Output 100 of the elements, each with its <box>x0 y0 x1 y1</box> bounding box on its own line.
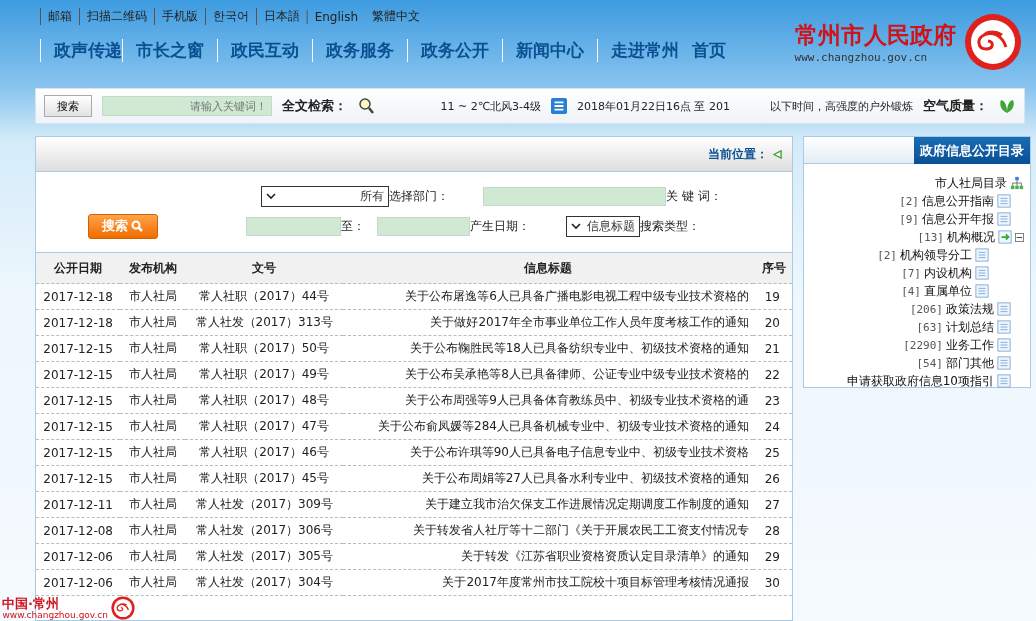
publisher: 市人社局 <box>120 309 186 336</box>
breadcrumb-label: 当前位置： <box>708 145 768 163</box>
document-title[interactable]: 关于转发省人社厅等十二部门《关于开展农民工工资支付情况专 <box>342 517 753 544</box>
document-icon <box>996 356 1011 370</box>
document-number: 常人社职（2017）45号 <box>185 465 343 492</box>
document-title[interactable]: 关于公布周娟等27人已具备水利专业中、初级技术资格的通知 <box>342 465 753 492</box>
nav-item[interactable]: 首页 <box>692 39 739 62</box>
top-link[interactable]: 邮箱 <box>40 8 79 25</box>
top-link[interactable]: English <box>307 9 366 24</box>
top-link[interactable]: 繁體中文 <box>365 8 428 25</box>
tree-item-label[interactable]: 直属单位 <box>923 282 972 300</box>
publish-date: 2017-12-15 <box>36 439 121 466</box>
tree-item-label[interactable]: 部门其他 <box>945 354 994 372</box>
collapse-icon[interactable] <box>1015 232 1024 242</box>
tree-item-label[interactable]: 内设机构 <box>923 264 972 282</box>
publish-date: 2017-12-15 <box>36 413 121 440</box>
column-header: 发布机构 <box>120 253 186 284</box>
item-count: [2] <box>898 194 919 208</box>
chevron-down-icon <box>266 192 276 200</box>
chevron-down-icon <box>571 222 581 230</box>
document-number: 常人社发（2017）304号 <box>185 569 343 596</box>
item-count: [2] <box>876 248 897 262</box>
keyword-label: 关 键 词： <box>666 187 723 205</box>
keyword-field[interactable] <box>483 186 666 206</box>
document-number: 常人社职（2017）50号 <box>185 335 343 362</box>
tree-item-label[interactable]: 机构概况 <box>947 228 995 246</box>
document-title[interactable]: 关于公布许琪等90人已具备电子信息专业中、初级专业技术资格 <box>342 439 753 466</box>
menu-icon[interactable] <box>551 98 567 114</box>
tree-item-label[interactable]: 机构领导分工 <box>899 246 972 264</box>
site-title: 常州市人民政府 <box>795 20 956 50</box>
row-number: 20 <box>753 309 792 336</box>
document-title[interactable]: 关于公布屠逸等6人已具备广播电影电视工程中级专业技术资格的 <box>342 283 753 310</box>
publish-date: 2017-12-06 <box>36 543 121 570</box>
tree-item-label[interactable]: 信息公开指南 <box>921 192 994 210</box>
tree-root-label[interactable]: 市人社局目录 <box>935 174 1007 192</box>
weather-text: 11 ~ 2℃北风3-4级 <box>440 98 541 114</box>
search-icon <box>357 97 375 115</box>
nav-item[interactable]: 新闻中心 <box>502 39 597 62</box>
site-badge[interactable]: 中国·常州 www.changzhou.gov.cn <box>2 596 135 620</box>
search-field[interactable]: 请输入关键词！ <box>102 96 272 116</box>
document-title[interactable]: 关于转发《江苏省职业资格资质认定目录清单》的通知 <box>342 543 753 570</box>
document-number: 常人社发（2017）309号 <box>185 491 343 518</box>
document-number: 常人社职（2017）49号 <box>185 361 343 388</box>
row-number: 30 <box>753 569 792 596</box>
document-title[interactable]: 关于公布鞠胜民等18人已具备纺织专业中、初级技术资格的通知 <box>342 335 753 362</box>
item-count: [13] <box>917 230 944 244</box>
tree-item-label[interactable]: 政策法规 <box>945 300 994 318</box>
nav-item[interactable]: 政声传递 <box>40 39 122 62</box>
hierarchy-icon <box>1010 176 1024 190</box>
air-quality-text: 以下时间，高强度的户外锻炼 <box>770 98 913 114</box>
document-number: 常人社发（2017）306号 <box>185 517 343 544</box>
item-count: [206] <box>909 302 943 316</box>
document-title[interactable]: 关于2017年度常州市技工院校十项目标管理考核情况通报 <box>342 569 753 596</box>
search-icon <box>131 220 144 232</box>
badge-title: 中国·常州 <box>2 596 59 610</box>
tree-item-label[interactable]: 信息公开年报 <box>921 210 994 228</box>
nav-item[interactable]: 走进常州 <box>597 39 692 62</box>
publisher: 市人社局 <box>120 517 186 544</box>
document-icon <box>996 194 1011 208</box>
top-link[interactable]: 日本語 <box>256 8 307 25</box>
tree-item-label[interactable]: 业务工作 <box>945 336 994 354</box>
publisher: 市人社局 <box>120 335 186 362</box>
publisher: 市人社局 <box>120 413 186 440</box>
row-number: 26 <box>753 465 792 492</box>
document-title[interactable]: 关于公布俞凤媛等284人已具备机械专业中、初级专业技术资格的通知 <box>342 413 753 440</box>
row-number: 27 <box>753 491 792 518</box>
nav-item[interactable]: 政民互动 <box>217 39 312 62</box>
publisher: 市人社局 <box>120 491 186 518</box>
end-date-field[interactable] <box>246 216 341 236</box>
nav-item[interactable]: 市长之窗 <box>122 39 217 62</box>
publish-date: 2017-12-11 <box>36 491 121 518</box>
document-title[interactable]: 关于做好2017年全市事业单位工作人员年度考核工作的通知 <box>342 309 753 336</box>
document-icon <box>996 338 1011 352</box>
top-link[interactable]: 手机版 <box>154 8 205 25</box>
row-number: 29 <box>753 543 792 570</box>
row-number: 25 <box>753 439 792 466</box>
department-select[interactable]: 所有 <box>261 185 389 207</box>
nav-item[interactable]: 政务服务 <box>312 39 407 62</box>
row-number: 22 <box>753 361 792 388</box>
document-title[interactable]: 关于公布周强等9人已具备体育教练员中、初级专业技术资格的通 <box>342 387 753 414</box>
start-date-field[interactable] <box>377 216 470 236</box>
search-button[interactable]: 搜索 <box>44 95 92 117</box>
publisher: 市人社局 <box>120 569 186 596</box>
publisher: 市人社局 <box>120 439 186 466</box>
publisher: 市人社局 <box>120 543 186 570</box>
to-label: 至： <box>341 217 366 235</box>
nav-item[interactable]: 政务公开 <box>407 39 502 62</box>
document-icon <box>974 284 989 298</box>
top-link[interactable]: 扫描二维码 <box>79 8 154 25</box>
document-title[interactable]: 关于建立我市治欠保支工作进展情况定期调度工作制度的通知 <box>342 491 753 518</box>
top-link[interactable]: 한국어 <box>205 8 256 25</box>
badge-url: www.changzhou.gov.cn <box>2 609 108 620</box>
item-count: [4] <box>900 284 921 298</box>
search-type-select[interactable]: 信息标题 <box>566 215 640 237</box>
publish-date: 2017-12-06 <box>36 569 121 596</box>
tree-item-label[interactable]: 计划总结 <box>945 318 994 336</box>
document-title[interactable]: 关于公布吴承艳等8人已具备律师、公证专业中级专业技术资格的 <box>342 361 753 388</box>
tree-item-label[interactable]: 申请获取政府信息10项指引 <box>846 372 994 390</box>
item-count: [9] <box>898 212 919 226</box>
column-header: 信息标题 <box>342 253 753 284</box>
